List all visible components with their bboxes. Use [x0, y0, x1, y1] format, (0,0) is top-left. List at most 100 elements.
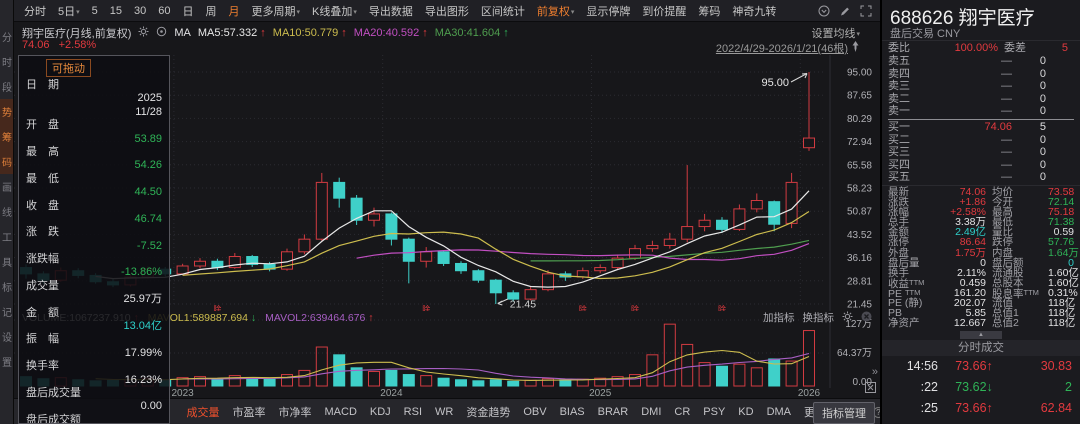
close-icon[interactable] — [861, 311, 872, 325]
left-strip-item-0[interactable]: 分 — [0, 24, 14, 49]
left-strip-item-6[interactable]: 画 — [0, 174, 14, 199]
toolbar-item-前复权[interactable]: 前复权▾ — [531, 3, 581, 19]
left-strip-item-1[interactable]: 时 — [0, 49, 14, 74]
ohlc-info-box[interactable]: 可拖动 日 期202511/28开 盘53.89最 高54.26最 低44.50… — [18, 55, 170, 424]
toolbar-item-30[interactable]: 30 — [128, 5, 152, 17]
info-value: 25.97万 — [19, 293, 169, 306]
x-axis-year-label: 2023 — [171, 388, 193, 398]
left-strip-item-3[interactable]: 势 — [0, 99, 14, 124]
toolbar-item-5日[interactable]: 5日▾ — [52, 3, 86, 19]
indicator-tab-DMI[interactable]: DMI — [635, 406, 668, 418]
toolbar-item-导出数据[interactable]: 导出数据 — [363, 3, 419, 19]
info-label: 开 盘 — [19, 119, 169, 132]
svg-text:21.45: 21.45 — [510, 298, 536, 310]
indicator-tab-BIAS[interactable]: BIAS — [553, 406, 591, 418]
order-book-row-买二[interactable]: 买二—0 — [882, 134, 1080, 147]
pin-icon[interactable] — [851, 41, 860, 55]
indicator-tab-KDJ[interactable]: KDJ — [363, 406, 397, 418]
toolbar-item-月[interactable]: 月 — [223, 3, 246, 19]
tick-list: 14:5673.66↑30.83:2273.62↓2:2573.66↑62.84… — [882, 356, 1080, 424]
close-box-icon[interactable] — [865, 382, 876, 396]
toolbar-item-到价提醒[interactable]: 到价提醒 — [636, 3, 692, 19]
toolbar-item-分时[interactable]: 分时 — [18, 3, 52, 19]
left-strip-item-5[interactable]: 码 — [0, 149, 14, 174]
info-value: 46.74 — [19, 213, 169, 226]
indicator-tab-BRAR[interactable]: BRAR — [591, 406, 635, 418]
toolbar-item-5[interactable]: 5 — [86, 5, 104, 17]
stats-grid: 最新74.06均价73.58涨跌+1.86今开72.14涨幅+2.58%最高75… — [882, 187, 1080, 328]
info-value: -7.52 — [19, 240, 169, 253]
toolbar-item-显示停牌[interactable]: 显示停牌 — [580, 3, 636, 19]
indicator-tab-KD[interactable]: KD — [732, 406, 760, 418]
fullscreen-icon[interactable] — [860, 5, 872, 17]
info-label: 涨跌幅 — [19, 253, 169, 266]
order-book-row-卖四[interactable]: 卖四—0 — [882, 68, 1080, 81]
target-circle-icon[interactable] — [156, 26, 167, 40]
circle-chevron-down-icon[interactable] — [818, 5, 830, 17]
order-book-row-买四[interactable]: 买四—0 — [882, 159, 1080, 172]
svg-text:58.23: 58.23 — [847, 184, 872, 195]
toolbar-item-导出图形[interactable]: 导出图形 — [419, 3, 475, 19]
current-change: +2.58% — [59, 39, 97, 51]
indicator-tab-WR[interactable]: WR — [429, 406, 460, 418]
indicator-tab-资金趋势[interactable]: 资金趋势 — [460, 404, 517, 420]
pencil-icon[interactable] — [839, 5, 851, 17]
toolbar-right-icons — [818, 5, 876, 17]
order-book-row-卖一[interactable]: 卖一—0 — [882, 105, 1080, 118]
left-strip-item-11[interactable]: 记 — [0, 299, 14, 324]
toolbar-item-筹码[interactable]: 筹码 — [692, 3, 726, 19]
ma-legend-item: MA30:41.604 ↑ — [435, 27, 509, 39]
info-label: 成交量 — [19, 280, 169, 293]
indicator-tab-MACD[interactable]: MACD — [318, 406, 363, 418]
order-book-row-买三[interactable]: 买三—0 — [882, 146, 1080, 159]
ma-settings-label: 设置均线 — [811, 28, 855, 40]
tick-row: 14:5673.66↑30.83 — [882, 356, 1080, 377]
indicator-tab-成交量[interactable]: 成交量 — [180, 404, 226, 420]
svg-text:80.29: 80.29 — [847, 114, 872, 125]
left-strip-item-4[interactable]: 筹 — [0, 124, 14, 149]
left-strip-item-8[interactable]: 工 — [0, 224, 14, 249]
x-axis-year-label: 2026 — [798, 388, 820, 398]
indicator-tab-CR[interactable]: CR — [668, 406, 697, 418]
left-strip-item-13[interactable]: 置 — [0, 349, 14, 374]
svg-text:87.65: 87.65 — [847, 91, 872, 102]
svg-text:43.52: 43.52 — [847, 230, 872, 241]
indicator-tab-OBV[interactable]: OBV — [517, 406, 553, 418]
left-strip-item-12[interactable]: 设 — [0, 324, 14, 349]
left-strip-item-7[interactable]: 线 — [0, 199, 14, 224]
drag-handle-label[interactable]: 可拖动 — [46, 59, 91, 77]
toolbar-item-日[interactable]: 日 — [177, 3, 200, 19]
gear-icon[interactable] — [842, 311, 853, 325]
toolbar-item-15[interactable]: 15 — [104, 5, 128, 17]
double-chevron-right-icon[interactable]: » — [872, 366, 878, 378]
collapse-handle[interactable]: ▲ — [960, 331, 1002, 339]
toolbar-item-神奇九转[interactable]: 神奇九转 — [726, 3, 782, 19]
order-book-row-买一[interactable]: 买一74.065 — [882, 121, 1080, 134]
left-strip-item-2[interactable]: 段 — [0, 74, 14, 99]
stock-code-title: 688626 翔宇医疗 — [882, 0, 1080, 24]
indicator-tab-市净率[interactable]: 市净率 — [272, 404, 318, 420]
date-range-link[interactable]: 2022/4/29-2026/1/21(46根) — [716, 40, 860, 56]
indicator-tab-DMA[interactable]: DMA — [760, 406, 797, 418]
gear-icon[interactable] — [138, 26, 149, 40]
order-book-row-买五[interactable]: 买五—0 — [882, 171, 1080, 184]
toolbar-item-60[interactable]: 60 — [152, 5, 176, 17]
add-indicator-link[interactable]: 加指标 — [763, 310, 795, 325]
toolbar-item-更多周期[interactable]: 更多周期▾ — [246, 3, 307, 19]
indicator-tab-RSI[interactable]: RSI — [397, 406, 428, 418]
ma-legend-item: MA10:50.779 ↑ — [273, 27, 347, 39]
left-strip-item-10[interactable]: 标 — [0, 274, 14, 299]
ma-settings-link[interactable]: 设置均线▾ — [811, 25, 860, 41]
swap-indicator-link[interactable]: 换指标 — [803, 310, 835, 325]
indicator-tab-PSY[interactable]: PSY — [697, 406, 732, 418]
toolbar-item-区间统计[interactable]: 区间统计 — [475, 3, 531, 19]
order-book-row-卖二[interactable]: 卖二—0 — [882, 93, 1080, 106]
toolbar-item-K线叠加[interactable]: K线叠加▾ — [306, 3, 363, 19]
order-book-row-卖三[interactable]: 卖三—0 — [882, 80, 1080, 93]
info-label: 盘后成交量 — [19, 387, 169, 400]
toolbar-item-周[interactable]: 周 — [200, 3, 223, 19]
indicator-tab-市盈率[interactable]: 市盈率 — [226, 404, 272, 420]
left-strip-item-9[interactable]: 具 — [0, 249, 14, 274]
indicator-manager-button[interactable]: 指标管理 — [813, 402, 875, 424]
order-book-row-卖五[interactable]: 卖五—0 — [882, 55, 1080, 68]
